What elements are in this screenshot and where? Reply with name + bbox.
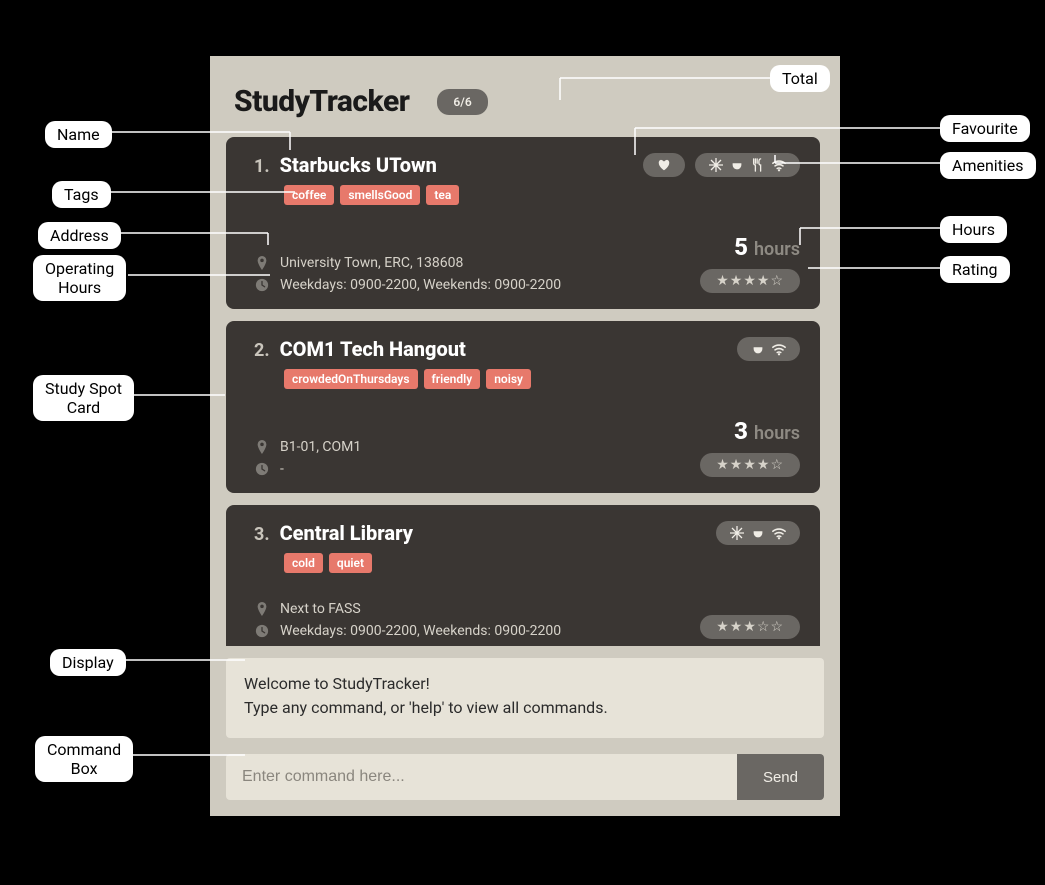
amenities-badge — [695, 153, 800, 177]
display-line: Type any command, or 'help' to view all … — [244, 696, 806, 720]
tag: quiet — [329, 553, 372, 573]
clock-icon — [254, 462, 270, 476]
callout-hours: Hours — [940, 216, 1007, 243]
study-hours-label: hours — [754, 423, 800, 444]
card-index: 3. — [254, 524, 270, 545]
study-spot-list[interactable]: 1. Starbucks UTown coffee smellsGood tea Univ… — [226, 137, 824, 646]
amenities-badge — [737, 337, 800, 361]
study-hours: 3 hours — [734, 417, 800, 445]
callout-total: Total — [770, 65, 830, 92]
plug-icon — [751, 526, 765, 540]
tags-row: coffee smellsGood tea — [284, 185, 800, 205]
command-row: Send — [226, 754, 824, 800]
callout-name: Name — [45, 121, 112, 148]
plug-icon — [730, 158, 744, 172]
callout-favourite: Favourite — [940, 115, 1030, 142]
operating-hours-text: - — [280, 461, 284, 477]
callout-study-card: Study Spot Card — [33, 375, 134, 421]
tag: cold — [284, 553, 323, 573]
study-hours: 5 hours — [734, 233, 800, 261]
rating-badge: ★★★☆☆ — [700, 615, 800, 639]
send-button[interactable]: Send — [737, 754, 824, 800]
operating-hours-text: Weekdays: 0900-2200, Weekends: 0900-2200 — [280, 623, 561, 639]
address-text: Next to FASS — [280, 601, 361, 617]
header: StudyTracker 6/6 — [226, 72, 824, 137]
display-line: Welcome to StudyTracker! — [244, 672, 806, 696]
callout-amenities: Amenities — [940, 152, 1036, 179]
tag: coffee — [284, 185, 334, 205]
snowflake-icon — [709, 158, 723, 172]
study-hours-num: 3 — [734, 417, 748, 445]
address-text: B1-01, COM1 — [280, 439, 361, 455]
study-spot-card[interactable]: 1. Starbucks UTown coffee smellsGood tea Univ… — [226, 137, 820, 309]
tag: crowdedOnThursdays — [284, 369, 418, 389]
card-index: 2. — [254, 340, 270, 361]
card-name: Starbucks UTown — [280, 153, 437, 177]
rating-badge: ★★★★☆ — [700, 453, 800, 477]
study-hours-label: hours — [754, 239, 800, 260]
pin-icon — [254, 256, 270, 270]
callout-address: Address — [38, 222, 121, 249]
pin-icon — [254, 440, 270, 454]
callout-tags: Tags — [52, 181, 111, 208]
clock-icon — [254, 624, 270, 638]
favourite-badge — [643, 153, 685, 177]
wifi-icon — [772, 158, 786, 172]
plug-icon — [751, 342, 765, 356]
card-name: Central Library — [280, 521, 413, 545]
card-name: COM1 Tech Hangout — [280, 337, 466, 361]
callout-rating: Rating — [940, 256, 1010, 283]
app-title: StudyTracker — [234, 84, 409, 119]
total-badge: 6/6 — [437, 89, 487, 115]
utensils-icon — [751, 158, 765, 172]
wifi-icon — [772, 526, 786, 540]
tag: smellsGood — [340, 185, 420, 205]
display-panel: Welcome to StudyTracker! Type any comman… — [226, 658, 824, 738]
study-spot-card[interactable]: 3. Central Library cold quiet Next to FASS We… — [226, 505, 820, 646]
card-index: 1. — [254, 156, 270, 177]
operating-hours-text: Weekdays: 0900-2200, Weekends: 0900-2200 — [280, 277, 561, 293]
snowflake-icon — [730, 526, 744, 540]
address-text: University Town, ERC, 138608 — [280, 255, 463, 271]
callout-op-hours: Operating Hours — [33, 255, 126, 301]
wifi-icon — [772, 342, 786, 356]
tag: tea — [426, 185, 459, 205]
study-spot-card[interactable]: 2. COM1 Tech Hangout crowdedOnThursdays fri… — [226, 321, 820, 493]
study-hours-num: 5 — [734, 233, 748, 261]
tags-row: cold quiet — [284, 553, 800, 573]
rating-badge: ★★★★☆ — [700, 269, 800, 293]
pin-icon — [254, 602, 270, 616]
callout-display: Display — [50, 649, 126, 676]
tag: friendly — [424, 369, 481, 389]
tag: noisy — [486, 369, 531, 389]
command-input[interactable] — [226, 754, 737, 800]
heart-icon — [657, 158, 671, 172]
tags-row: crowdedOnThursdays friendlynoisy — [284, 369, 800, 389]
amenities-badge — [716, 521, 800, 545]
app-window: StudyTracker 6/6 1. Starbucks UTown coffee… — [210, 56, 840, 816]
callout-cmd-box: Command Box — [35, 736, 133, 782]
clock-icon — [254, 278, 270, 292]
